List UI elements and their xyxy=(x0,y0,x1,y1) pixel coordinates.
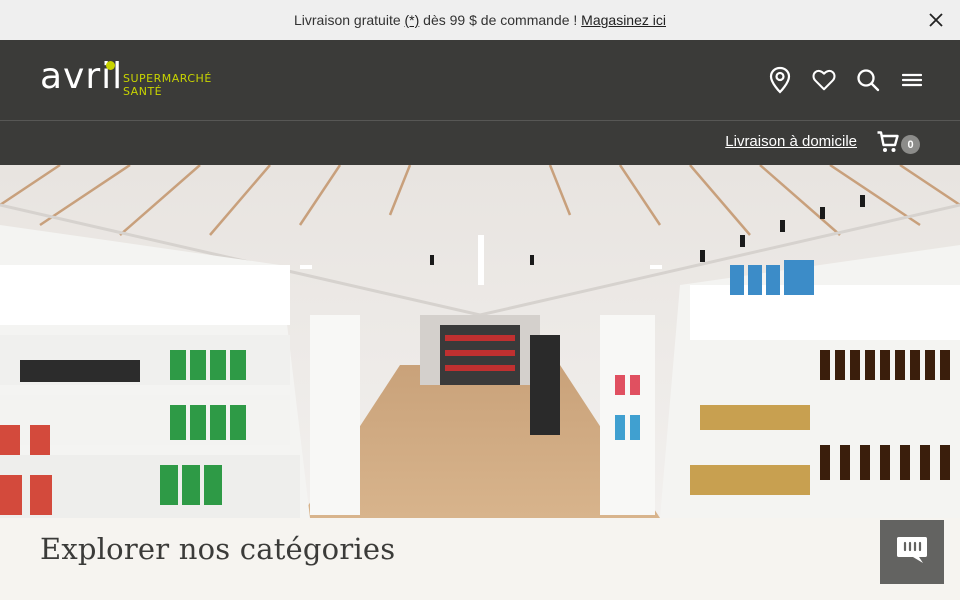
subheader-bar: Livraison à domicile 0 xyxy=(0,120,960,165)
logo-dot xyxy=(106,61,115,70)
main-content: Explorer nos catégories xyxy=(0,518,960,600)
section-title: Explorer nos catégories xyxy=(40,532,396,566)
logo-tagline-1: SUPERMARCHÉ xyxy=(123,72,212,85)
chat-widget-button[interactable] xyxy=(880,520,944,584)
shop-now-link[interactable]: Magasinez ici xyxy=(581,12,666,28)
cart-icon xyxy=(876,130,900,159)
header-icons xyxy=(768,64,924,96)
logo-tagline-2: SANTÉ xyxy=(123,85,163,98)
search-icon[interactable] xyxy=(856,64,880,96)
location-icon[interactable] xyxy=(768,64,792,96)
avril-logo[interactable]: avril SUPERMARCHÉ SANTÉ xyxy=(40,56,211,102)
promo-banner: Livraison gratuite (*) dès 99 $ de comma… xyxy=(0,0,960,40)
promo-text-end: dès 99 $ de commande ! xyxy=(419,12,582,28)
heart-icon[interactable] xyxy=(812,64,836,96)
chat-icon xyxy=(895,535,929,570)
promo-text-start: Livraison gratuite xyxy=(294,12,405,28)
menu-icon[interactable] xyxy=(900,64,924,96)
hero-store-image xyxy=(0,165,960,518)
close-icon[interactable] xyxy=(922,6,950,34)
home-delivery-link[interactable]: Livraison à domicile xyxy=(725,133,857,150)
cart-count-badge: 0 xyxy=(901,135,920,154)
cart-button[interactable]: 0 xyxy=(876,130,920,159)
promo-asterisk-link[interactable]: (*) xyxy=(405,12,420,28)
site-header: avril SUPERMARCHÉ SANTÉ xyxy=(0,40,960,120)
